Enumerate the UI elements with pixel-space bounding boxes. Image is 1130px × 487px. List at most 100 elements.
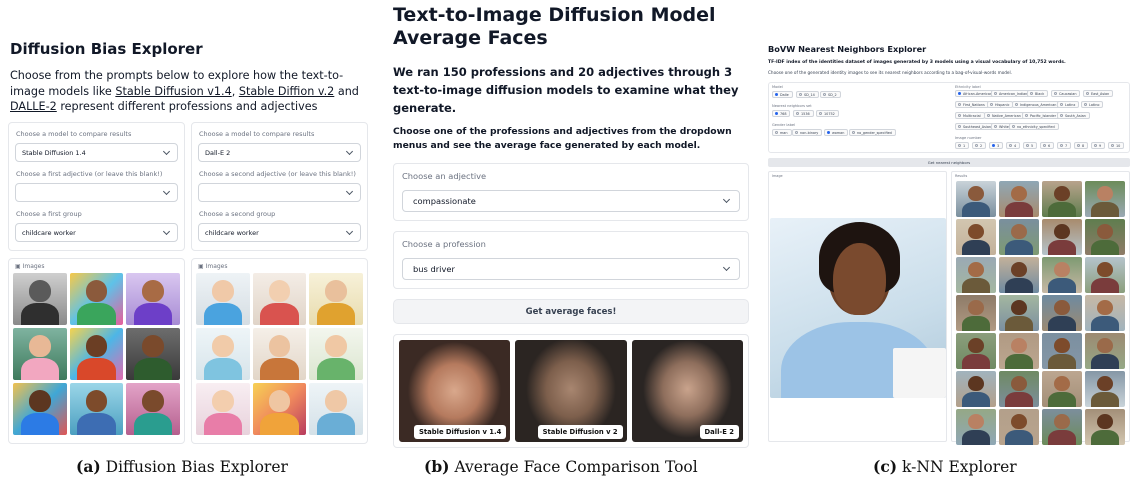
gallery-image[interactable] <box>13 273 67 325</box>
neighbor-item[interactable] <box>956 409 996 445</box>
ethnicity-radio[interactable]: First_Nations <box>955 101 989 108</box>
neighbor-item[interactable] <box>956 333 996 369</box>
neighbor-item[interactable] <box>1085 371 1125 407</box>
gallery-image[interactable] <box>309 273 363 325</box>
model-select-left[interactable]: Stable Diffusion 1.4 <box>15 143 178 162</box>
neighbor-item[interactable] <box>956 257 996 293</box>
neighbor-item[interactable] <box>956 181 996 217</box>
group-select-left[interactable]: childcare worker <box>15 223 178 242</box>
model-radio[interactable]: Dalle <box>772 91 793 98</box>
average-face-sd2[interactable]: Stable Diffusion v 2 <box>515 340 627 442</box>
gender-radio[interactable]: no_gender_specified <box>849 129 896 136</box>
neighbor-item[interactable] <box>1042 181 1082 217</box>
neighbor-item[interactable] <box>999 181 1039 217</box>
neighbor-item[interactable] <box>999 333 1039 369</box>
neighbor-item[interactable] <box>1042 371 1082 407</box>
radio-icon <box>775 112 778 115</box>
ethnicity-radio[interactable]: African-American <box>955 90 997 97</box>
neighbor-item[interactable] <box>1042 257 1082 293</box>
gallery-image[interactable] <box>196 383 250 435</box>
stable-diffusion-2-link[interactable]: Stable Diffion v.2 <box>239 85 334 98</box>
model-radio[interactable]: SD_2 <box>820 91 841 98</box>
neighbor-item[interactable] <box>1085 219 1125 255</box>
gallery-image[interactable] <box>69 273 124 325</box>
gender-radio[interactable]: non-binary <box>792 129 823 136</box>
neighbor-item[interactable] <box>1085 257 1125 293</box>
gallery-image[interactable] <box>69 328 124 380</box>
ethnicity-radio[interactable]: Hispanic <box>987 101 1014 108</box>
stable-diffusion-14-link[interactable]: Stable Diffusion v1.4 <box>115 85 231 98</box>
model-radio[interactable]: SD_14 <box>796 91 819 98</box>
adjective-select[interactable]: compassionate <box>402 190 740 212</box>
neighbor-item[interactable] <box>999 219 1039 255</box>
neighbor-item[interactable] <box>999 371 1039 407</box>
ethnicity-radio[interactable]: Caucasian <box>1051 90 1081 97</box>
average-face-sd14[interactable]: Stable Diffusion v 1.4 <box>399 340 511 442</box>
nn-set-radio[interactable]: 768 <box>772 110 791 117</box>
ethnicity-radio[interactable]: Native_American <box>984 112 1025 119</box>
dalle-2-link[interactable]: DALLE-2 <box>10 100 57 113</box>
neighbor-item[interactable] <box>1042 219 1082 255</box>
gender-radio[interactable]: man <box>772 129 792 136</box>
ethnicity-radio[interactable]: South_Asian <box>1057 112 1090 119</box>
neighbor-item[interactable] <box>999 257 1039 293</box>
image-number-radio[interactable]: 4 <box>1006 142 1021 149</box>
profession-select[interactable]: bus driver <box>402 258 740 280</box>
ethnicity-radio[interactable]: Latinx <box>1057 101 1080 108</box>
get-nearest-neighbors-button[interactable]: Get nearest neighbors <box>768 158 1130 167</box>
ethnicity-radio[interactable]: American_Indian <box>991 90 1032 97</box>
gallery-image[interactable] <box>13 383 67 435</box>
neighbor-item[interactable] <box>956 295 996 331</box>
gallery-image[interactable] <box>196 328 250 380</box>
adjective-select-left[interactable] <box>15 183 178 202</box>
neighbor-item[interactable] <box>956 219 996 255</box>
gallery-image[interactable] <box>252 273 307 325</box>
gallery-image[interactable] <box>69 383 124 435</box>
ethnicity-radio[interactable]: Black <box>1027 90 1049 97</box>
gallery-image[interactable] <box>196 273 250 325</box>
gallery-image[interactable] <box>126 273 180 325</box>
gallery-image[interactable] <box>309 328 363 380</box>
query-image[interactable] <box>770 218 946 398</box>
neighbor-item[interactable] <box>956 371 996 407</box>
image-number-radio[interactable]: 9 <box>1091 142 1106 149</box>
neighbor-item[interactable] <box>1085 181 1125 217</box>
ethnicity-radio[interactable]: Southeast_Asian <box>955 123 996 130</box>
ethnicity-radio[interactable]: East_Asian <box>1083 90 1114 97</box>
ethnicity-radio[interactable]: no_ethnicity_specified <box>1009 123 1059 130</box>
ethnicity-radio[interactable]: Pacific_Islander <box>1022 112 1061 119</box>
gender-radio[interactable]: woman <box>824 129 849 136</box>
get-average-faces-button[interactable]: Get average faces! <box>393 299 749 324</box>
ethnicity-radio[interactable]: Latino <box>1081 101 1104 108</box>
gallery-image[interactable] <box>13 328 67 380</box>
neighbor-item[interactable] <box>1085 409 1125 445</box>
model-select-right[interactable]: Dall-E 2 <box>198 143 361 162</box>
image-number-radio[interactable]: 1 <box>955 142 970 149</box>
neighbor-item[interactable] <box>1085 333 1125 369</box>
nn-set-radio[interactable]: 1536 <box>793 110 814 117</box>
image-number-radio[interactable]: 2 <box>972 142 987 149</box>
image-number-radio[interactable]: 7 <box>1057 142 1072 149</box>
gallery-image[interactable] <box>252 383 307 435</box>
ethnicity-radio[interactable]: Multiracial <box>955 112 985 119</box>
gallery-image[interactable] <box>252 328 307 380</box>
neighbor-item[interactable] <box>999 295 1039 331</box>
image-number-radio[interactable]: 3 <box>989 142 1004 149</box>
neighbor-item[interactable] <box>1042 409 1082 445</box>
image-number-radio[interactable]: 10 <box>1108 142 1125 149</box>
group-select-right[interactable]: childcare worker <box>198 223 361 242</box>
gallery-image[interactable] <box>126 383 180 435</box>
neighbor-item[interactable] <box>1085 295 1125 331</box>
neighbor-item[interactable] <box>1042 295 1082 331</box>
image-number-radio[interactable]: 6 <box>1040 142 1055 149</box>
image-number-radio[interactable]: 8 <box>1074 142 1089 149</box>
neighbor-item[interactable] <box>1042 333 1082 369</box>
ethnicity-radio[interactable]: Indigenous_American <box>1012 101 1061 108</box>
average-face-dalle2[interactable]: Dall-E 2 <box>631 340 743 442</box>
neighbor-item[interactable] <box>999 409 1039 445</box>
nn-set-radio[interactable]: 10752 <box>816 110 839 117</box>
gallery-image[interactable] <box>126 328 180 380</box>
image-number-radio[interactable]: 5 <box>1023 142 1038 149</box>
adjective-select-right[interactable] <box>198 183 361 202</box>
gallery-image[interactable] <box>309 383 363 435</box>
